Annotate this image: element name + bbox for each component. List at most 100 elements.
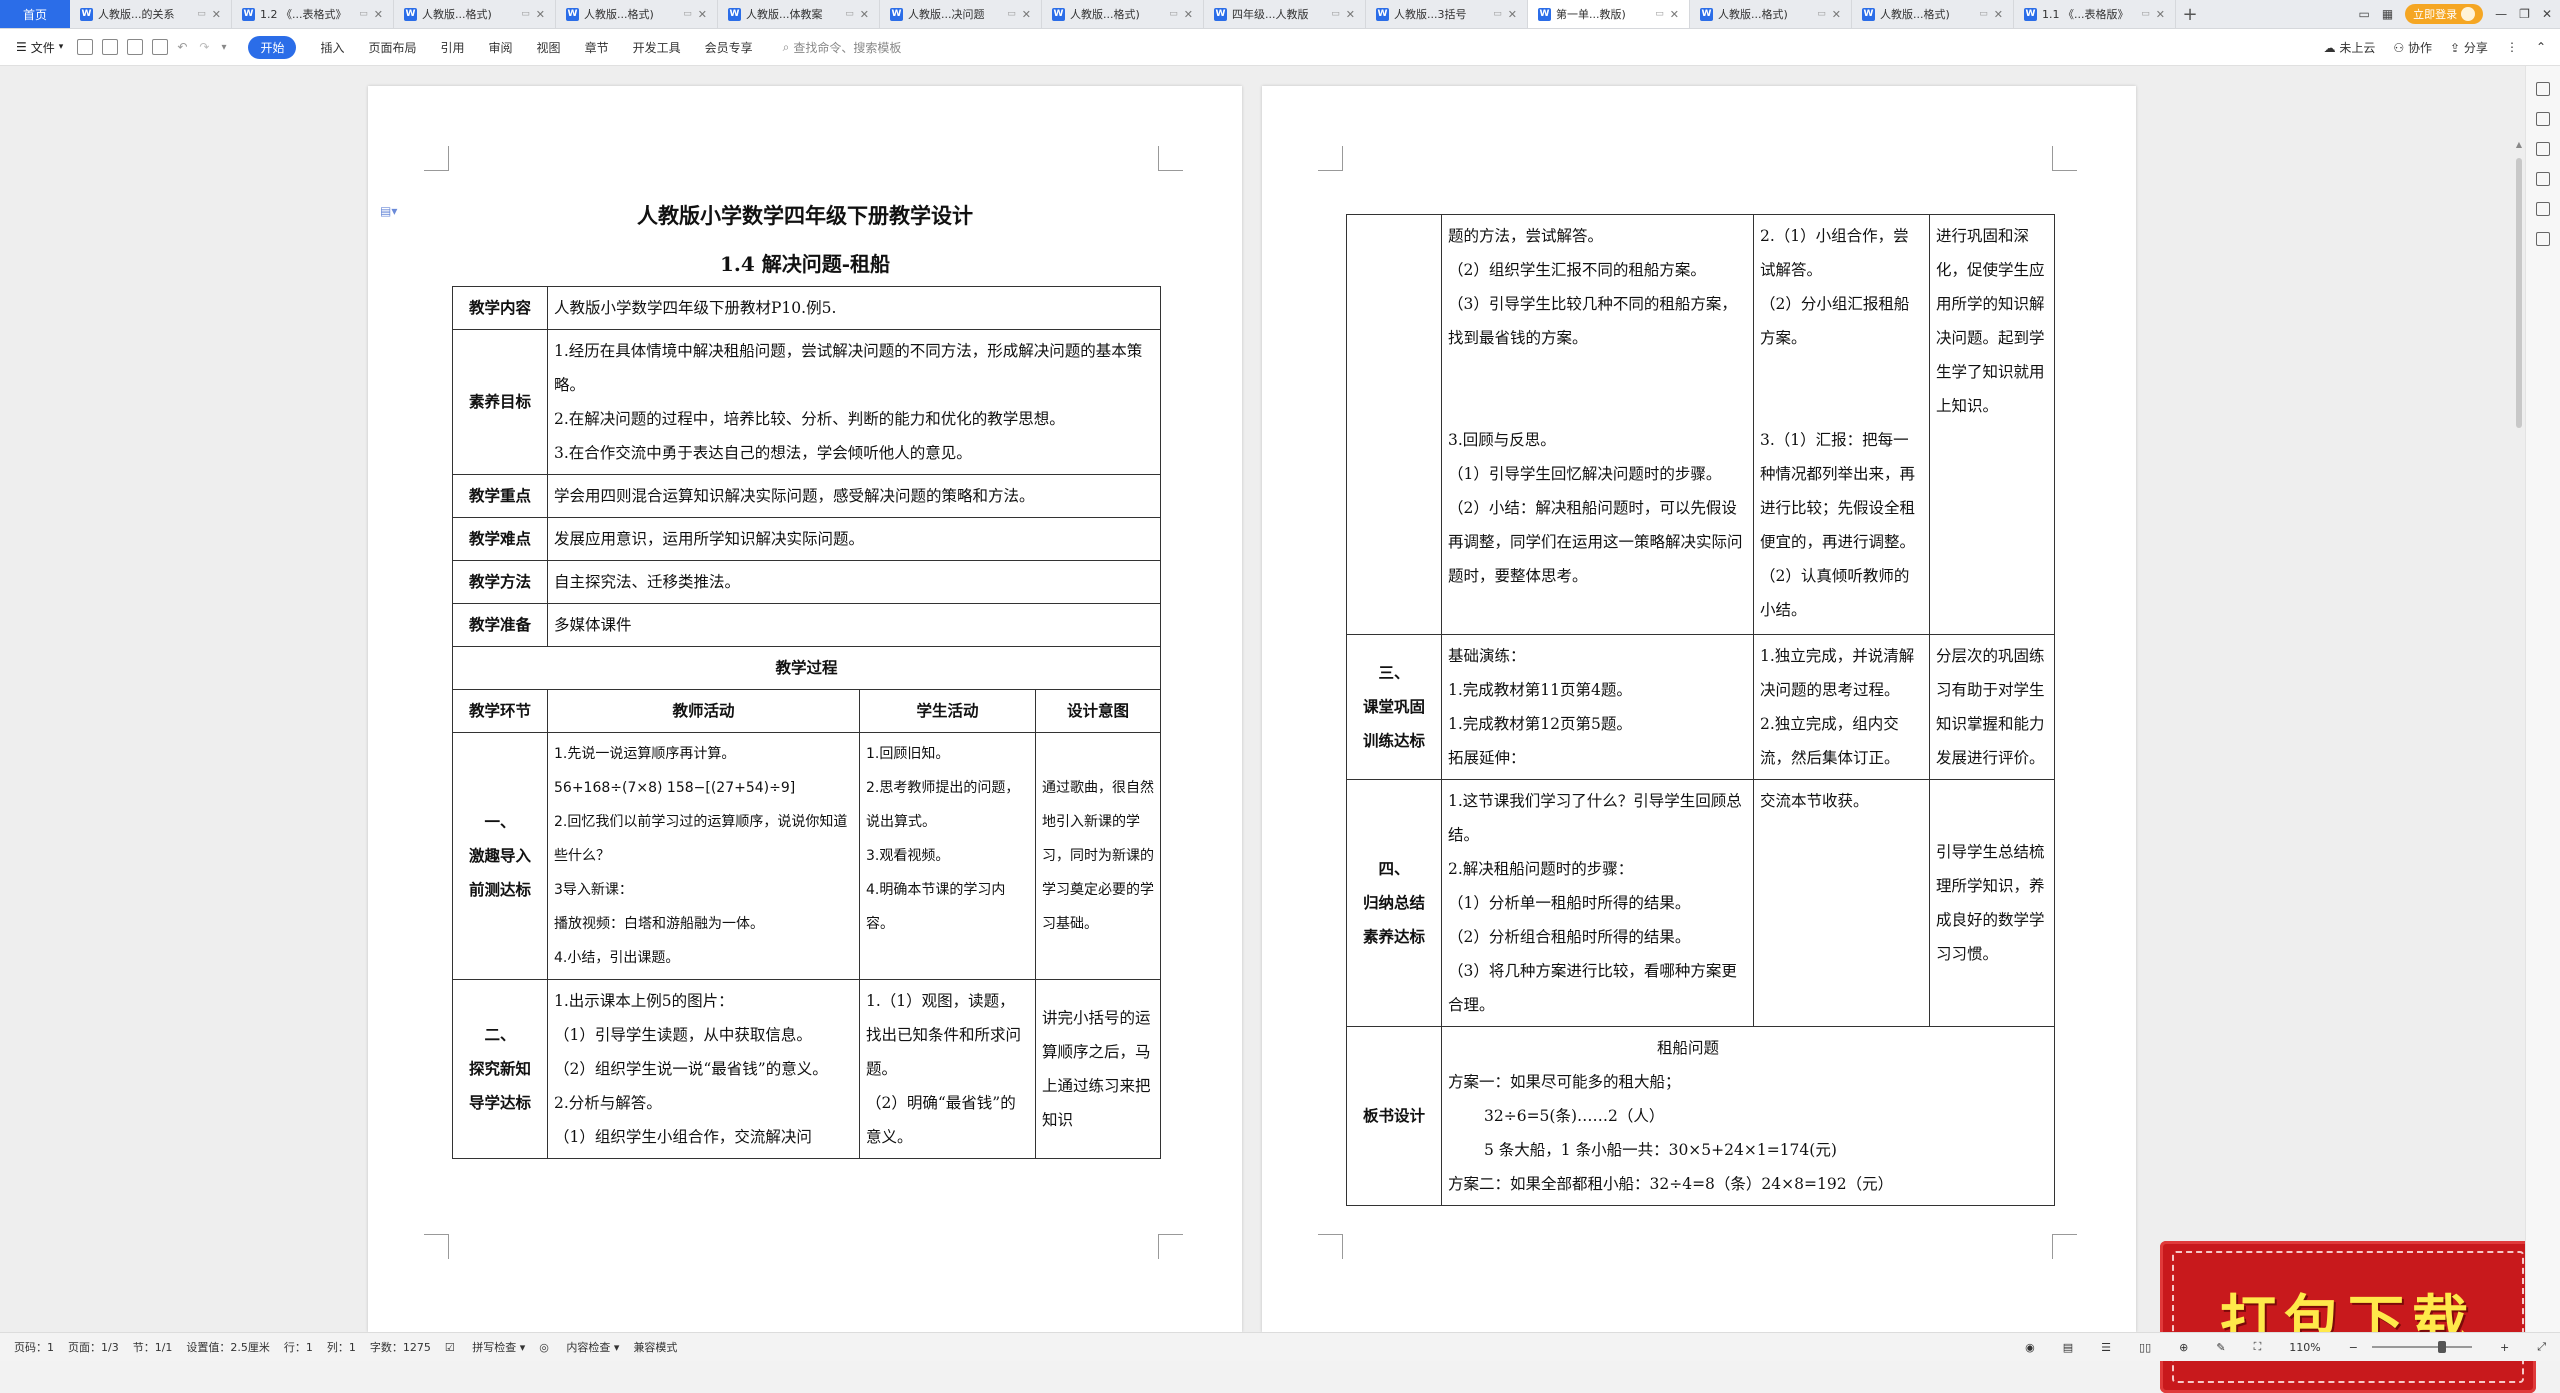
document-tab[interactable]: W 人教版...格式) ▭ ✕: [1690, 0, 1852, 28]
write-view-icon[interactable]: ✎: [2216, 1341, 2225, 1354]
edit-icon[interactable]: [2536, 82, 2550, 96]
page-view-icon[interactable]: ▤: [2063, 1341, 2073, 1354]
document-page-1[interactable]: ▤▾ 人教版小学数学四年级下册教学设计 1.4 解决问题-租船 教学内容 人教版小…: [368, 86, 1242, 1332]
close-icon[interactable]: ✕: [2542, 7, 2552, 21]
cloud-status[interactable]: ☁ 未上云: [2324, 39, 2376, 56]
design-intent-cell: 分层次的巩固练习有助于对学生知识掌握和能力发展进行评价。: [1929, 634, 2055, 780]
ribbon-tab[interactable]: 引用: [441, 39, 465, 56]
document-tab[interactable]: W 1.2 《...表格式》 ▭ ✕: [232, 0, 394, 28]
document-tab[interactable]: W 四年级...人教版 ▭ ✕: [1204, 0, 1366, 28]
book-icon[interactable]: [2536, 232, 2550, 246]
student-activity-cell: 1.回顾旧知。 2.思考教师提出的问题，说出算式。 3.观看视频。 4.明确本节课的学…: [859, 732, 1036, 980]
document-canvas[interactable]: ▤▾ 人教版小学数学四年级下册教学设计 1.4 解决问题-租船 教学内容 人教版小…: [0, 66, 2560, 1393]
status-page-number[interactable]: 页码：1: [14, 1339, 54, 1355]
hamburger-icon: ☰: [16, 40, 27, 54]
select-cursor-icon[interactable]: [2536, 112, 2550, 126]
ribbon-tab[interactable]: 插入: [320, 39, 344, 56]
design-intent-line: 进行巩固和深化，促使学生应用所学的知识解决问题。起到学生学了知识就用上知识。: [1936, 227, 2045, 415]
stage-label-line: 探究新知: [468, 1060, 531, 1078]
print-preview-icon[interactable]: [152, 39, 169, 55]
vertical-scrollbar[interactable]: ▲: [2514, 140, 2524, 1390]
tab-close-icon[interactable]: ✕: [698, 8, 707, 21]
spell-check-toggle[interactable]: ☑ 拼写检查 ▾: [445, 1339, 525, 1355]
tab-close-icon[interactable]: ✕: [860, 8, 869, 21]
login-button[interactable]: 立即登录: [2405, 4, 2484, 24]
print-icon[interactable]: [127, 39, 144, 55]
file-menu[interactable]: ☰ 文件 ▾: [16, 39, 63, 56]
command-search[interactable]: ⌕ 查找命令、搜索模板: [783, 39, 902, 56]
tab-close-icon[interactable]: ✕: [1508, 8, 1517, 21]
document-tab[interactable]: W 第一单...教版) ▭ ✕: [1528, 0, 1690, 28]
header-stage: 教学环节: [452, 689, 548, 733]
collab-button[interactable]: ⚇ 协作: [2393, 39, 2432, 56]
fit-page-icon[interactable]: ⛶: [2254, 1340, 2262, 1354]
ribbon-tab[interactable]: 开发工具: [633, 39, 681, 56]
location-icon[interactable]: [2536, 202, 2550, 216]
tab-close-icon[interactable]: ✕: [2156, 8, 2165, 21]
restore-icon[interactable]: ❐: [2519, 7, 2530, 21]
content-check-toggle[interactable]: ◎ 内容检查 ▾: [539, 1339, 619, 1355]
document-tab[interactable]: W 人教版...决问题 ▭ ✕: [880, 0, 1042, 28]
zoom-slider[interactable]: [2371, 1341, 2472, 1353]
tab-close-icon[interactable]: ✕: [1832, 8, 1841, 21]
tab-close-icon[interactable]: ✕: [374, 8, 383, 21]
outline-view-icon[interactable]: ☰: [2101, 1341, 2111, 1354]
translate-icon[interactable]: [2536, 172, 2550, 186]
tab-close-icon[interactable]: ✕: [536, 8, 545, 21]
save-icon[interactable]: [77, 39, 94, 55]
status-pages[interactable]: 页面：1/3: [68, 1339, 119, 1355]
status-bar: 页码：1 页面：1/3 节：1/1 设置值：2.5厘米 行：1 列：1 字数：1…: [0, 1332, 2560, 1361]
ribbon-tab[interactable]: 视图: [537, 39, 561, 56]
undo-icon[interactable]: ↶: [177, 40, 187, 54]
web-view-icon[interactable]: ⊕: [2179, 1341, 2188, 1354]
collapse-ribbon-icon[interactable]: ⌃: [2536, 40, 2546, 54]
apps-icon[interactable]: ▦: [2382, 7, 2393, 21]
new-tab-button[interactable]: +: [2176, 4, 2204, 25]
status-setting[interactable]: 设置值：2.5厘米: [186, 1339, 270, 1355]
zoom-level[interactable]: 110%: [2289, 1341, 2320, 1354]
fullscreen-icon[interactable]: ⤢: [2537, 1340, 2546, 1354]
document-tab[interactable]: W 人教版...体教案 ▭ ✕: [718, 0, 880, 28]
minimize-icon[interactable]: —: [2495, 7, 2507, 21]
scroll-up-icon[interactable]: ▲: [2514, 140, 2524, 150]
document-tab[interactable]: W 人教版...格式) ▭ ✕: [1042, 0, 1204, 28]
scrollbar-thumb[interactable]: [2516, 158, 2522, 428]
document-tab[interactable]: W 1.1 《...表格版》 ▭ ✕: [2014, 0, 2176, 28]
customize-icon[interactable]: ▾: [221, 42, 226, 53]
document-tabs: W 人教版...的关系 ▭ ✕ W 1.2 《...表格式》 ▭ ✕ W 人教版...格式) ▭ ✕ W…: [70, 0, 2176, 28]
status-section[interactable]: 节：1/1: [133, 1339, 173, 1355]
ribbon-tab[interactable]: 会员专享: [705, 39, 753, 56]
tab-close-icon[interactable]: ✕: [1346, 8, 1355, 21]
status-words[interactable]: 字数：1275: [370, 1339, 431, 1355]
document-tab-label: 人教版...格式): [584, 8, 654, 21]
tab-close-icon[interactable]: ✕: [212, 8, 221, 21]
document-tab[interactable]: W 人教版...格式) ▭ ✕: [394, 0, 556, 28]
tab-close-icon[interactable]: ✕: [1184, 8, 1193, 21]
download-banner[interactable]: 打包下载: [2160, 1241, 2536, 1393]
document-tab[interactable]: W 人教版...3括号 ▭ ✕: [1366, 0, 1528, 28]
document-page-2[interactable]: 题的方法，尝试解答。 （2）组织学生汇报不同的租船方案。 （3）引导学生比较几种不同…: [1262, 86, 2136, 1332]
home-tab[interactable]: 首页: [0, 0, 70, 28]
tab-close-icon[interactable]: ✕: [1022, 8, 1031, 21]
layout-icon[interactable]: ▭: [2358, 7, 2369, 21]
zoom-out-icon[interactable]: −: [2349, 1341, 2358, 1354]
tab-close-icon[interactable]: ✕: [1670, 8, 1679, 21]
redo-icon[interactable]: ↷: [199, 40, 209, 54]
document-tab[interactable]: W 人教版...格式) ▭ ✕: [1852, 0, 2014, 28]
ribbon-tab[interactable]: 开始: [248, 35, 297, 59]
ribbon-tab[interactable]: 审阅: [489, 39, 513, 56]
document-tab[interactable]: W 人教版...格式) ▭ ✕: [556, 0, 718, 28]
ribbon-tab[interactable]: 页面布局: [369, 39, 417, 56]
share-button[interactable]: ⇪ 分享: [2450, 39, 2488, 56]
eye-protect-icon[interactable]: ◉: [2025, 1341, 2035, 1354]
zoom-slider-knob[interactable]: [2437, 1341, 2446, 1353]
adjust-icon[interactable]: [2536, 142, 2550, 156]
export-pdf-icon[interactable]: [102, 39, 119, 55]
ribbon-tab[interactable]: 章节: [585, 39, 609, 56]
tab-close-icon[interactable]: ✕: [1994, 8, 2003, 21]
reading-view-icon[interactable]: ▯▯: [2139, 1341, 2151, 1354]
header-student: 学生活动: [859, 689, 1036, 733]
more-icon[interactable]: ⋮: [2506, 40, 2518, 54]
zoom-in-icon[interactable]: +: [2500, 1341, 2509, 1354]
document-tab[interactable]: W 人教版...的关系 ▭ ✕: [70, 0, 232, 28]
